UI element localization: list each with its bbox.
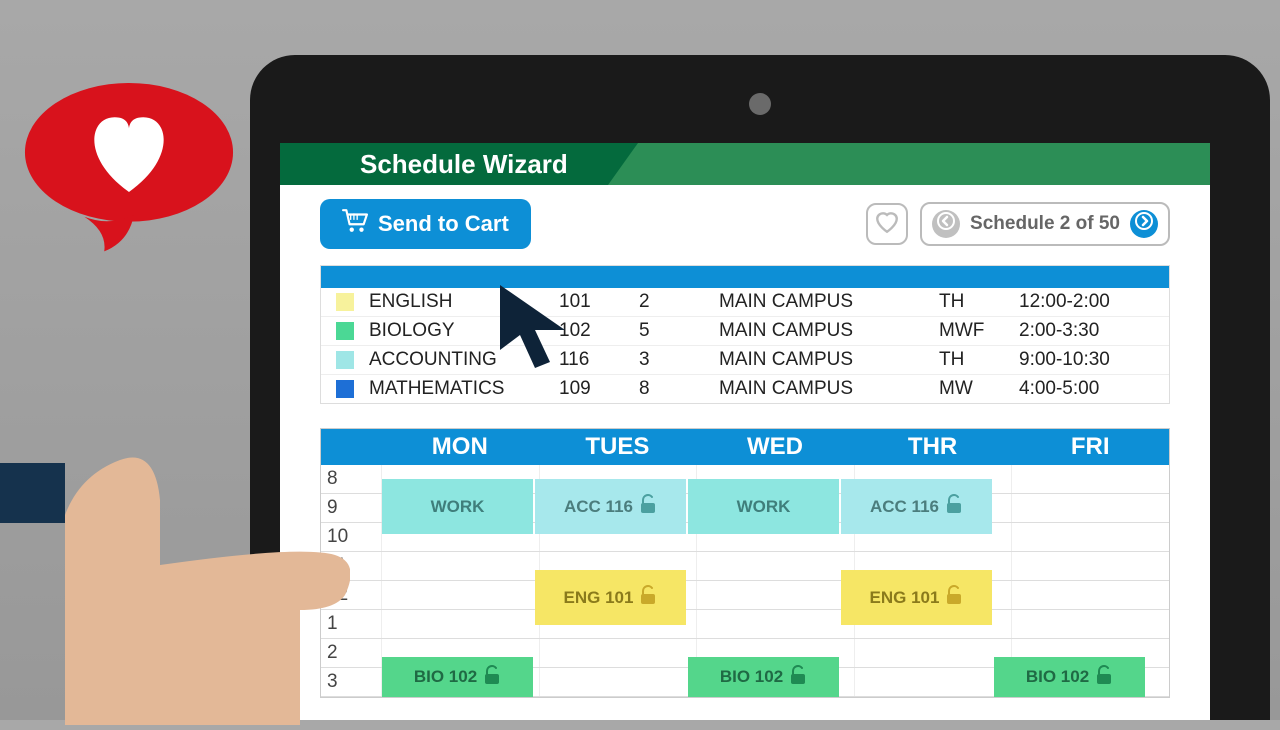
toolbar-right: Schedule 2 of 50 (866, 202, 1170, 246)
schedule-pager: Schedule 2 of 50 (920, 202, 1170, 246)
cart-icon (342, 209, 368, 239)
unlock-icon (945, 494, 963, 519)
course-days: TH (939, 291, 1019, 313)
calendar-event-bio[interactable]: BIO 102 (688, 657, 839, 697)
unlock-icon (639, 585, 657, 610)
course-days: TH (939, 349, 1019, 371)
unlock-icon (945, 585, 963, 610)
unlock-icon (483, 665, 501, 690)
course-time: 2:00-3:30 (1019, 320, 1179, 342)
course-list-header (321, 266, 1169, 288)
send-to-cart-button[interactable]: Send to Cart (320, 199, 531, 249)
calendar-event-eng[interactable]: ENG 101 (841, 570, 992, 625)
unlock-icon (639, 494, 657, 519)
prev-schedule-button[interactable] (932, 210, 960, 238)
arrow-left-icon (937, 212, 955, 236)
favorite-button[interactable] (866, 203, 908, 245)
color-swatch (336, 380, 354, 398)
event-label: BIO 102 (720, 667, 783, 687)
event-label: BIO 102 (414, 667, 477, 687)
course-name: MATHEMATICS (369, 378, 559, 400)
course-campus: MAIN CAMPUS (719, 320, 939, 342)
event-label: BIO 102 (1026, 667, 1089, 687)
tablet-frame: Schedule Wizard Send to Cart (250, 55, 1270, 720)
color-swatch (336, 293, 354, 311)
unlock-icon (1095, 665, 1113, 690)
course-campus: MAIN CAMPUS (719, 349, 939, 371)
color-swatch (336, 351, 354, 369)
calendar-event-eng[interactable]: ENG 101 (535, 570, 686, 625)
course-credits: 3 (639, 349, 719, 371)
calendar-event-acc[interactable]: ACC 116 (535, 479, 686, 534)
day-header: WED (696, 433, 854, 461)
course-credits: 5 (639, 320, 719, 342)
course-time: 4:00-5:00 (1019, 378, 1179, 400)
course-list: ENGLISH 101 2 MAIN CAMPUS TH 12:00-2:00 … (320, 265, 1170, 404)
event-label: ACC 116 (564, 497, 633, 517)
color-swatch (336, 322, 354, 340)
mouse-cursor-icon (495, 280, 585, 375)
course-row[interactable]: ENGLISH 101 2 MAIN CAMPUS TH 12:00-2:00 (321, 288, 1169, 317)
course-credits: 2 (639, 291, 719, 313)
course-number: 109 (559, 378, 639, 400)
pointing-hand-icon (0, 455, 350, 725)
unlock-icon (789, 665, 807, 690)
heart-outline-icon (874, 210, 900, 239)
calendar-body: 8 9 10 11 12 1 2 3 WORK ACC 116 (321, 465, 1169, 697)
day-header: FRI (1011, 433, 1169, 461)
week-calendar: MON TUES WED THR FRI 8 9 10 11 12 1 2 3 … (320, 428, 1170, 698)
course-row[interactable]: BIOLOGY 102 5 MAIN CAMPUS MWF 2:00-3:30 (321, 317, 1169, 346)
camera-dot (749, 93, 771, 115)
course-time: 12:00-2:00 (1019, 291, 1179, 313)
event-label: ENG 101 (870, 588, 940, 608)
event-label: WORK (431, 497, 485, 517)
next-schedule-button[interactable] (1130, 210, 1158, 238)
calendar-event-bio[interactable]: BIO 102 (994, 657, 1145, 697)
course-days: MW (939, 378, 1019, 400)
calendar-event-acc[interactable]: ACC 116 (841, 479, 992, 534)
event-label: WORK (737, 497, 791, 517)
app-screen: Schedule Wizard Send to Cart (280, 143, 1210, 720)
course-days: MWF (939, 320, 1019, 342)
day-header: THR (854, 433, 1012, 461)
event-label: ACC 116 (870, 497, 939, 517)
calendar-event-work[interactable]: WORK (382, 479, 533, 534)
course-campus: MAIN CAMPUS (719, 378, 939, 400)
app-header: Schedule Wizard (280, 143, 1210, 185)
header-tab: Schedule Wizard (280, 143, 608, 185)
day-header: TUES (539, 433, 697, 461)
calendar-event-bio[interactable]: BIO 102 (382, 657, 533, 697)
send-to-cart-label: Send to Cart (378, 211, 509, 237)
day-header: MON (381, 433, 539, 461)
course-row[interactable]: MATHEMATICS 109 8 MAIN CAMPUS MW 4:00-5:… (321, 375, 1169, 403)
toolbar: Send to Cart (280, 185, 1210, 263)
calendar-header: MON TUES WED THR FRI (321, 429, 1169, 465)
page-title: Schedule Wizard (360, 149, 568, 180)
event-label: ENG 101 (564, 588, 634, 608)
pager-label: Schedule 2 of 50 (970, 213, 1120, 235)
course-credits: 8 (639, 378, 719, 400)
heart-speech-bubble-icon (20, 78, 238, 278)
arrow-right-icon (1135, 212, 1153, 236)
course-row[interactable]: ACCOUNTING 116 3 MAIN CAMPUS TH 9:00-10:… (321, 346, 1169, 375)
course-campus: MAIN CAMPUS (719, 291, 939, 313)
course-time: 9:00-10:30 (1019, 349, 1179, 371)
calendar-event-work[interactable]: WORK (688, 479, 839, 534)
